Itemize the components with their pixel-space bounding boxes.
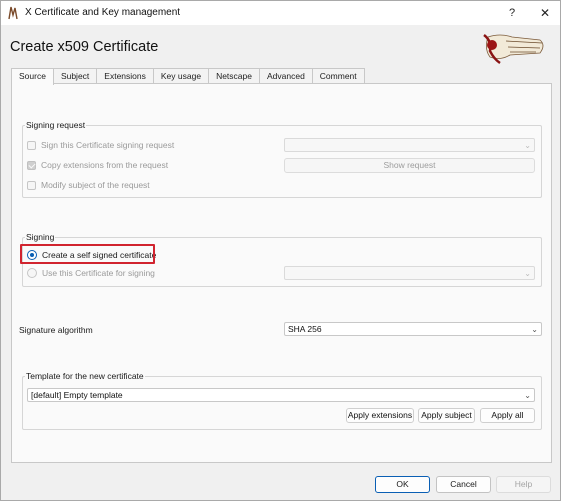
tab-bar: Source Subject Extensions Key usage Nets… bbox=[11, 68, 365, 85]
help-title-button[interactable]: ? bbox=[498, 3, 526, 23]
sign-csr-checkbox[interactable] bbox=[27, 140, 36, 150]
sign-csr-row[interactable]: Sign this Certificate signing request bbox=[27, 140, 174, 150]
tab-source[interactable]: Source bbox=[11, 68, 54, 85]
tab-comment[interactable]: Comment bbox=[311, 68, 365, 84]
modify-subject-label: Modify subject of the request bbox=[41, 180, 150, 190]
ok-button[interactable]: OK bbox=[375, 476, 430, 493]
use-cert-row[interactable]: Use this Certificate for signing bbox=[27, 268, 155, 278]
copy-extensions-checkbox[interactable] bbox=[27, 160, 36, 170]
copy-extensions-label: Copy extensions from the request bbox=[41, 160, 169, 170]
use-cert-radio[interactable] bbox=[27, 268, 37, 278]
template-select[interactable]: [default] Empty template ⌄ bbox=[27, 388, 535, 402]
cancel-button[interactable]: Cancel bbox=[436, 476, 491, 493]
signing-request-title: Signing request bbox=[25, 120, 87, 130]
help-button[interactable]: Help bbox=[496, 476, 551, 493]
self-signed-highlight bbox=[20, 244, 155, 264]
tab-netscape[interactable]: Netscape bbox=[208, 68, 260, 84]
tab-advanced[interactable]: Advanced bbox=[258, 68, 313, 84]
signature-algorithm-select[interactable]: SHA 256 ⌄ bbox=[284, 322, 542, 336]
apply-extensions-button[interactable]: Apply extensions bbox=[346, 408, 414, 423]
apply-all-button[interactable]: Apply all bbox=[480, 408, 535, 423]
signature-algorithm-label: Signature algorithm bbox=[19, 325, 93, 335]
dialog-heading: Create x509 Certificate bbox=[10, 39, 159, 55]
signing-cert-select[interactable]: ⌄ bbox=[284, 266, 535, 280]
chevron-down-icon: ⌄ bbox=[531, 325, 538, 334]
copy-extensions-row[interactable]: Copy extensions from the request bbox=[27, 160, 168, 170]
use-cert-label: Use this Certificate for signing bbox=[42, 268, 155, 278]
create-certificate-dialog: X Certificate and Key management ? ✕ Cre… bbox=[0, 0, 561, 501]
chevron-down-icon: ⌄ bbox=[524, 141, 531, 150]
xca-app-icon bbox=[8, 6, 18, 20]
chevron-down-icon: ⌄ bbox=[524, 391, 531, 400]
modify-subject-row[interactable]: Modify subject of the request bbox=[27, 180, 150, 190]
signature-algorithm-value: SHA 256 bbox=[288, 324, 322, 334]
close-window-button[interactable]: ✕ bbox=[531, 3, 559, 23]
tab-subject[interactable]: Subject bbox=[52, 68, 98, 84]
window-title: X Certificate and Key management bbox=[25, 7, 181, 18]
apply-subject-button[interactable]: Apply subject bbox=[418, 408, 475, 423]
request-select[interactable]: ⌄ bbox=[284, 138, 535, 152]
xca-logo bbox=[483, 34, 544, 65]
tab-key-usage[interactable]: Key usage bbox=[152, 68, 210, 84]
signing-title: Signing bbox=[25, 232, 56, 242]
modify-subject-checkbox[interactable] bbox=[27, 180, 36, 190]
sign-csr-label: Sign this Certificate signing request bbox=[41, 140, 175, 150]
tab-extensions[interactable]: Extensions bbox=[96, 68, 154, 84]
template-title: Template for the new certificate bbox=[25, 371, 145, 381]
title-bar: X Certificate and Key management ? ✕ bbox=[1, 1, 560, 25]
chevron-down-icon: ⌄ bbox=[524, 269, 531, 278]
template-select-value: [default] Empty template bbox=[31, 390, 123, 400]
show-request-button[interactable]: Show request bbox=[284, 158, 535, 173]
